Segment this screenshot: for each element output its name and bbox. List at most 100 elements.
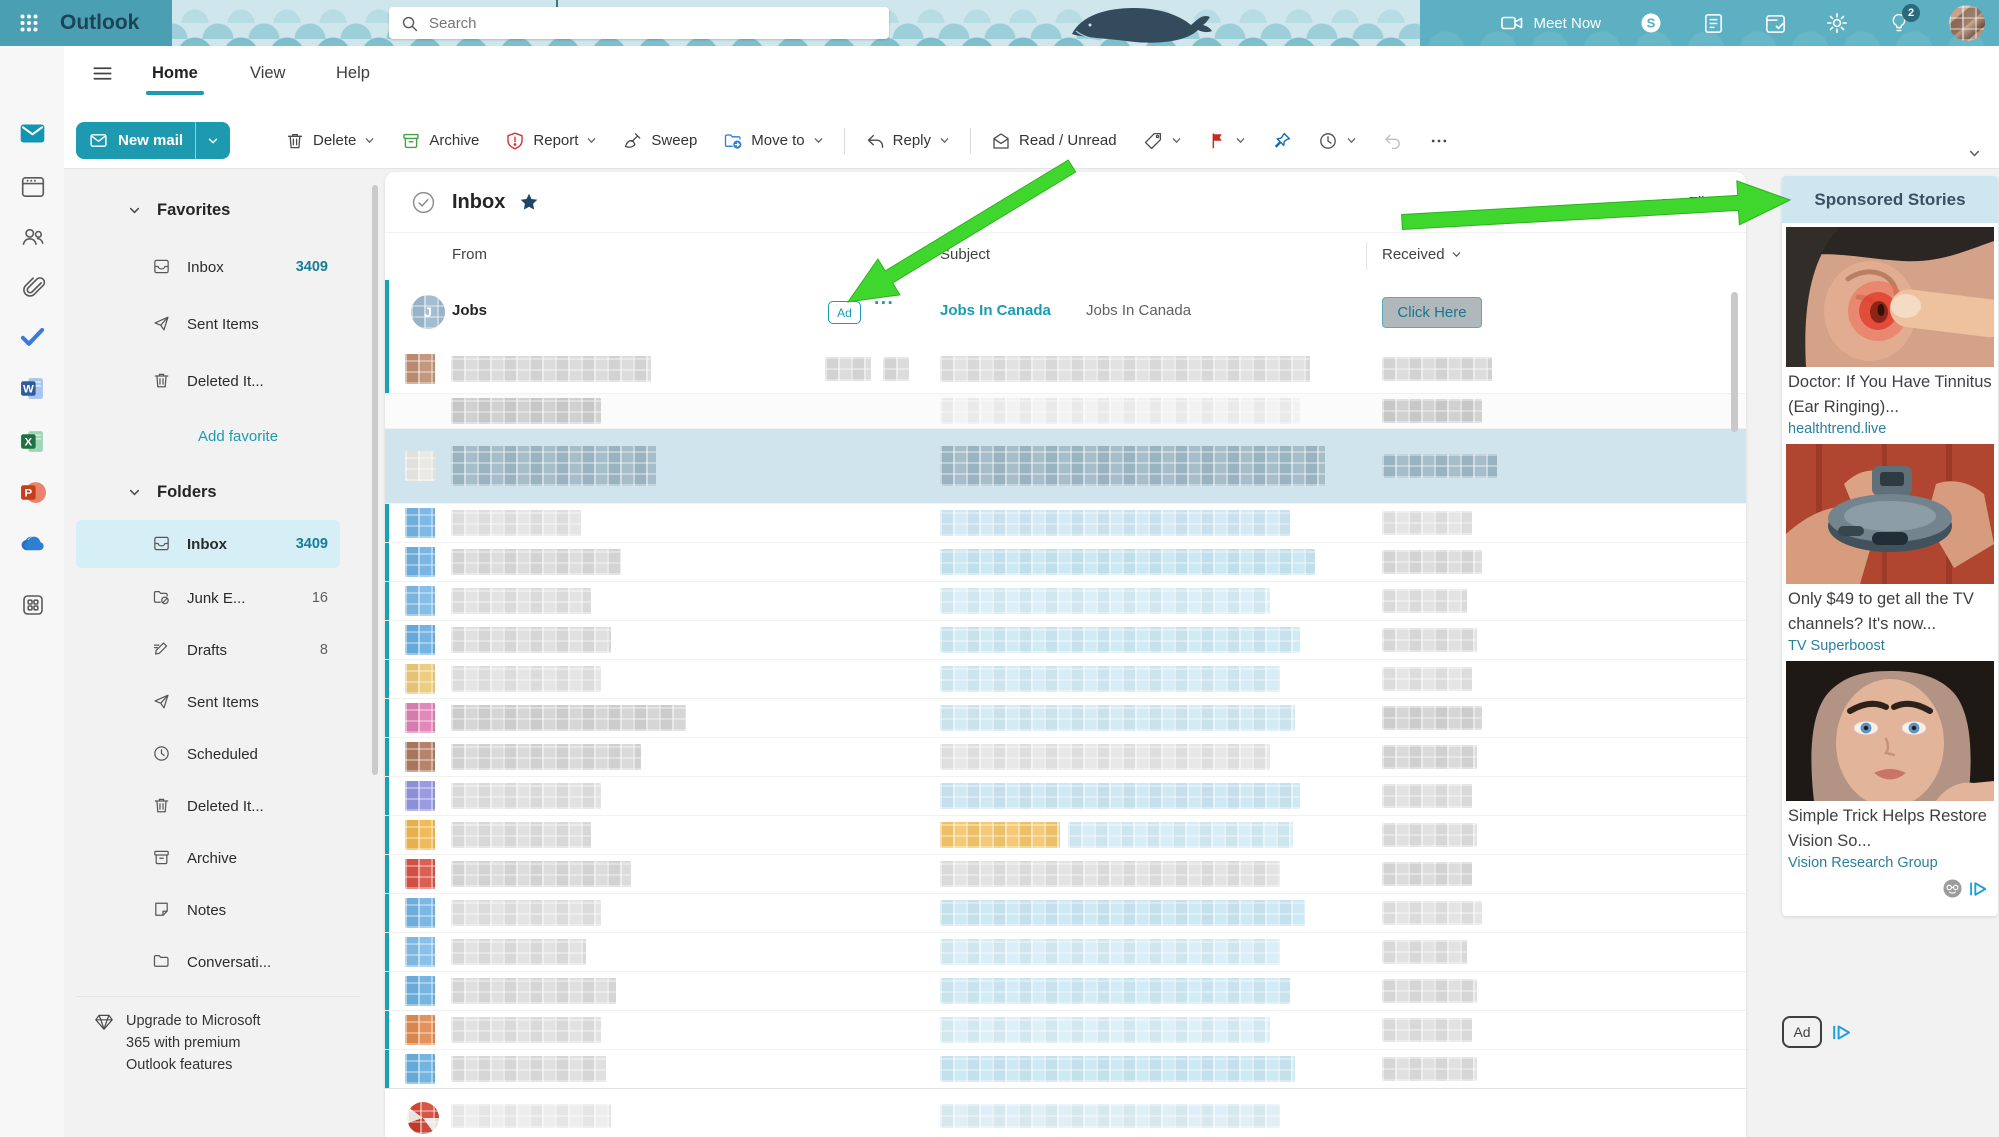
search-bar[interactable] xyxy=(389,7,889,39)
folder-item-drafts[interactable]: Drafts8 xyxy=(76,628,340,672)
folder-item-archive[interactable]: Archive xyxy=(76,836,340,880)
meet-now-button[interactable]: Meet Now xyxy=(1500,11,1601,35)
rail-mail-icon[interactable] xyxy=(19,120,46,147)
toolbar-sweep-button[interactable]: Sweep xyxy=(610,123,710,159)
toolbar-archive-button[interactable]: Archive xyxy=(388,123,492,159)
folder-item-notes[interactable]: Notes xyxy=(76,888,340,932)
folder-item-inbox[interactable]: Inbox3409 xyxy=(76,245,340,289)
send-icon xyxy=(152,314,172,334)
redacted-email-row[interactable] xyxy=(385,394,1746,429)
rail-calendar-icon[interactable] xyxy=(19,173,46,200)
folder-item-deleted-it[interactable]: Deleted It... xyxy=(76,359,340,403)
redacted-email-row[interactable] xyxy=(385,972,1746,1011)
column-subject[interactable]: Subject xyxy=(940,246,990,263)
redacted-email-row[interactable] xyxy=(385,738,1746,777)
rail-powerpoint-icon[interactable]: P xyxy=(19,479,46,506)
rail-word-icon[interactable]: W xyxy=(19,375,46,402)
toolbar-readunread-button[interactable]: Read / Unread xyxy=(978,123,1130,159)
onenote-feed-icon[interactable] xyxy=(1701,11,1725,35)
toolbar-reply-button[interactable]: Reply xyxy=(852,123,963,159)
redacted-email-row[interactable] xyxy=(385,816,1746,855)
column-received[interactable]: Received xyxy=(1382,246,1462,263)
feedback-emoji-icon[interactable] xyxy=(1942,878,1963,899)
adchoices-icon[interactable] xyxy=(1832,1024,1854,1041)
ad-title[interactable]: Simple Trick Helps Restore Vision So... xyxy=(1786,801,1994,854)
ad-row-more-icon[interactable]: ... xyxy=(874,288,894,310)
ad-title[interactable]: Only $49 to get all the TV channels? It'… xyxy=(1786,584,1994,637)
ad-link[interactable]: Vision Research Group xyxy=(1786,854,1994,874)
redacted-email-row[interactable] xyxy=(385,345,1746,394)
search-input[interactable] xyxy=(427,14,851,33)
rail-more-apps-icon[interactable] xyxy=(19,591,46,618)
toolbar-flag-button[interactable] xyxy=(1195,123,1259,159)
ad-link[interactable]: TV Superboost xyxy=(1786,637,1994,657)
redacted-text xyxy=(451,783,601,809)
toolbar-tag-button[interactable] xyxy=(1130,123,1195,159)
ad-link[interactable]: healthtrend.live xyxy=(1786,420,1994,440)
folder-item-junk-e[interactable]: Junk E...16 xyxy=(76,576,340,620)
redacted-email-row[interactable] xyxy=(385,1011,1746,1050)
redacted-email-row[interactable] xyxy=(385,1050,1746,1089)
redacted-email-row[interactable] xyxy=(385,777,1746,816)
toolbar-moveto-button[interactable]: Move to xyxy=(710,123,836,159)
toolbar-report-button[interactable]: Report xyxy=(492,123,610,159)
ad-title[interactable]: Doctor: If You Have Tinnitus (Ear Ringin… xyxy=(1786,367,1994,420)
folder-item-sent-items[interactable]: Sent Items xyxy=(76,680,340,724)
folder-item-deleted-it[interactable]: Deleted It... xyxy=(76,784,340,828)
redacted-email-row[interactable] xyxy=(385,894,1746,933)
toolbar-snooze-button[interactable] xyxy=(1305,123,1370,159)
redacted-email-row[interactable] xyxy=(385,933,1746,972)
ad-image-face[interactable] xyxy=(1786,661,1994,801)
redacted-email-row[interactable] xyxy=(385,582,1746,621)
redacted-email-row[interactable] xyxy=(385,1096,1746,1137)
tips-lightbulb-icon[interactable]: 2 xyxy=(1887,11,1911,35)
ad-image-device[interactable] xyxy=(1786,444,1994,584)
favorites-section-header[interactable]: Favorites xyxy=(128,188,230,232)
ad-email-row[interactable]: J Jobs Ad ... Jobs In Canada Jobs In Can… xyxy=(385,280,1746,346)
folder-item-scheduled[interactable]: Scheduled xyxy=(76,732,340,776)
redacted-text xyxy=(940,1017,1270,1043)
upgrade-promo[interactable]: Upgrade to Microsoft 365 with premium Ou… xyxy=(94,1010,324,1076)
rail-people-icon[interactable] xyxy=(19,223,46,250)
tips-badge: 2 xyxy=(1902,4,1920,22)
toolbar-label: Move to xyxy=(751,132,804,149)
rail-todo-icon[interactable] xyxy=(19,323,46,350)
redacted-email-row[interactable] xyxy=(385,855,1746,894)
rail-excel-icon[interactable]: X xyxy=(19,428,46,455)
todo-calendar-icon[interactable] xyxy=(1763,11,1787,35)
folder-item-inbox[interactable]: Inbox3409 xyxy=(76,520,340,568)
redacted-email-row[interactable] xyxy=(385,504,1746,543)
toolbar-more-button[interactable] xyxy=(1416,123,1462,159)
select-all-checkbox[interactable] xyxy=(411,190,436,215)
sponsored-item[interactable]: Only $49 to get all the TV channels? It'… xyxy=(1782,440,1998,657)
favorite-star-icon[interactable] xyxy=(519,192,539,212)
redacted-email-row[interactable] xyxy=(385,621,1746,660)
column-from[interactable]: From xyxy=(452,246,487,263)
sponsored-item[interactable]: Simple Trick Helps Restore Vision So...V… xyxy=(1782,657,1998,874)
folders-section-header[interactable]: Folders xyxy=(128,470,217,514)
profile-avatar[interactable] xyxy=(1949,5,1985,41)
ad-image-ear[interactable] xyxy=(1786,227,1994,367)
list-scrollbar[interactable] xyxy=(1731,292,1738,432)
redacted-email-row[interactable] xyxy=(385,699,1746,738)
folder-item-conversati[interactable]: Conversati... xyxy=(76,940,340,984)
adchoices-icon[interactable] xyxy=(1969,881,1990,897)
rail-onedrive-icon[interactable] xyxy=(19,530,46,557)
redacted-email-row[interactable] xyxy=(385,660,1746,699)
rail-attachments-icon[interactable] xyxy=(19,273,46,300)
add-favorite-button[interactable]: Add favorite xyxy=(198,414,278,458)
app-launcher-button[interactable] xyxy=(14,8,44,38)
sponsored-item[interactable]: Doctor: If You Have Tinnitus (Ear Ringin… xyxy=(1782,223,1998,440)
settings-gear-icon[interactable] xyxy=(1825,11,1849,35)
toolbar-undo-button[interactable] xyxy=(1370,123,1416,159)
folder-item-sent-items[interactable]: Sent Items xyxy=(76,302,340,346)
redacted-email-row[interactable] xyxy=(385,543,1746,582)
selected-email-row[interactable] xyxy=(385,429,1746,504)
skype-icon[interactable]: S xyxy=(1639,11,1663,35)
filter-button[interactable]: Filter xyxy=(1661,172,1722,232)
collapse-toolbar-button[interactable] xyxy=(1968,147,1981,165)
click-here-button[interactable]: Click Here xyxy=(1382,297,1482,328)
toolbar-pin-button[interactable] xyxy=(1259,123,1305,159)
folder-pane-scrollbar[interactable] xyxy=(372,185,378,775)
subject-link[interactable]: Jobs In Canada xyxy=(940,302,1051,319)
